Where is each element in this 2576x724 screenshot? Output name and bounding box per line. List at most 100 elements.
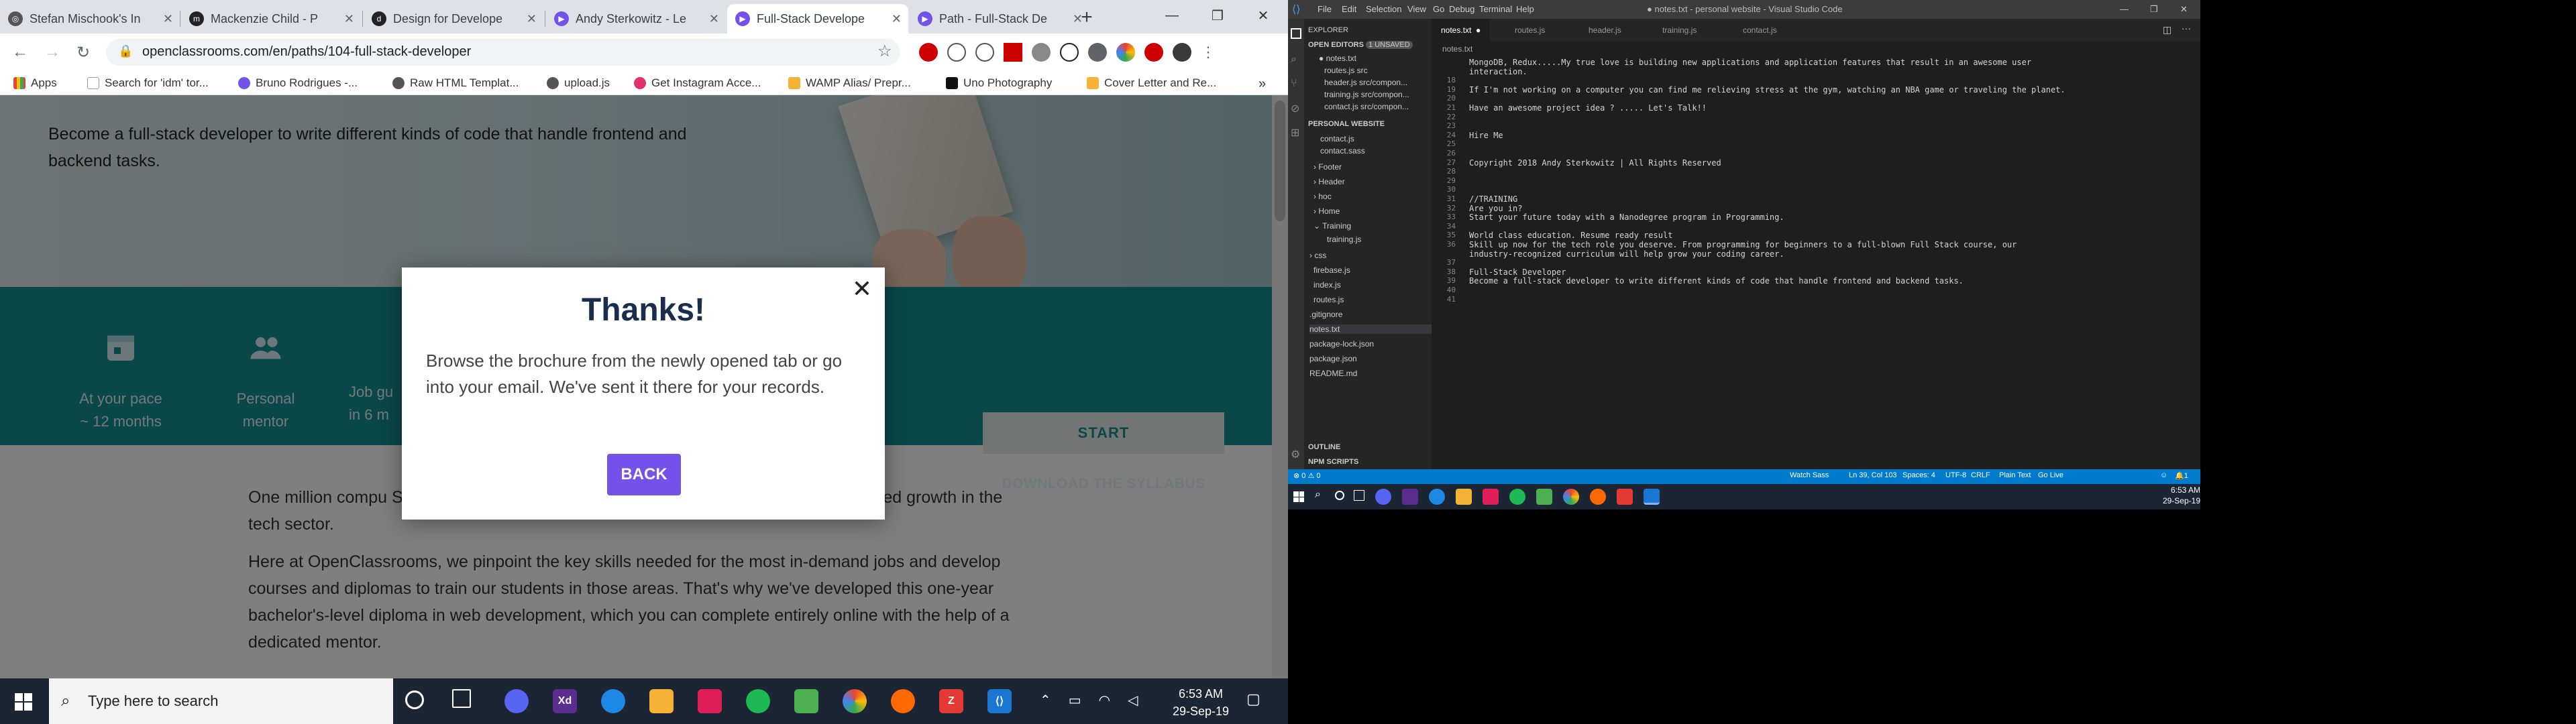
tab-3[interactable]: d Design for Develope ✕ (364, 4, 543, 34)
restore-button[interactable]: ❐ (2150, 4, 2158, 15)
cortana-icon[interactable] (405, 690, 424, 709)
tree-item[interactable]: README.md (1309, 369, 1357, 378)
folder-icon[interactable] (1456, 489, 1472, 505)
taskbar-clock[interactable]: 6:53 AM 29-Sep-19 (2147, 485, 2200, 506)
tree-folder[interactable]: › Home (1313, 206, 1340, 216)
tree-folder[interactable]: › hoc (1313, 192, 1332, 201)
vscode-icon[interactable] (1644, 489, 1660, 505)
unsaved-dot-icon[interactable]: ● (1476, 25, 1481, 35)
extensions-icon[interactable]: ⊞ (1291, 126, 1299, 139)
app-icon[interactable] (1483, 489, 1499, 505)
split-editor-icon[interactable]: ◫ (2163, 24, 2171, 36)
menu-dots-icon[interactable]: ⋮ (1201, 44, 1216, 61)
tab-notes[interactable]: notes.txt ● (1432, 19, 1491, 42)
address-bar[interactable]: 🔒 openclassrooms.com/en/paths/104-full-s… (106, 39, 900, 66)
code-line[interactable]: MongoDB, Redux.....My true love is build… (1469, 58, 2031, 67)
tab-4[interactable]: ▶ Andy Sterkowitz - Le ✕ (546, 4, 726, 34)
tab-contact[interactable]: contact.js (1733, 19, 1786, 42)
search-icon[interactable]: ⌕ (1291, 54, 1297, 66)
battery-icon[interactable]: ▭ (1069, 692, 1081, 709)
problems-indicator[interactable]: ⊗ 0 ⚠ 0 (1293, 471, 1320, 480)
tab-2[interactable]: m Mackenzie Child - P ✕ (181, 4, 361, 34)
bookmark-item[interactable]: Cover Letter and Re... (1087, 76, 1216, 90)
extension-icon[interactable] (947, 43, 966, 62)
back-button[interactable]: BACK (607, 454, 681, 495)
taskbar-clock[interactable]: 6:53 AM 29-Sep-19 (1161, 685, 1241, 720)
close-icon[interactable]: ✕ (344, 12, 354, 26)
extension-icon[interactable] (1004, 43, 1022, 62)
code-line[interactable]: //TRAINING (1469, 194, 1517, 204)
extension-icon[interactable] (1144, 43, 1163, 62)
tab-routes[interactable]: routes.js (1505, 19, 1554, 42)
menu-debug[interactable]: Debug (1449, 4, 1474, 14)
code-line[interactable]: World class education. Resume ready resu… (1469, 231, 1672, 240)
more-actions-icon[interactable]: ··· (2182, 23, 2191, 34)
tree-folder[interactable]: › Footer (1313, 162, 1342, 172)
explorer-icon[interactable] (1291, 28, 1301, 39)
discord-icon[interactable] (504, 689, 529, 713)
tree-item[interactable]: firebase.js (1313, 265, 1350, 275)
close-icon[interactable]: ✕ (527, 12, 537, 26)
bookmark-item[interactable]: Raw HTML Templat... (392, 76, 519, 90)
npm-scripts-header[interactable]: NPM SCRIPTS (1304, 455, 1432, 469)
avatar[interactable] (1173, 43, 1191, 62)
encoding[interactable]: UTF-8 (1945, 471, 1966, 479)
source-control-icon[interactable]: ⑂ (1291, 78, 1297, 90)
tree-item[interactable]: training.js (1327, 235, 1361, 244)
open-file-item[interactable]: header.js src/compon... (1324, 78, 1407, 87)
code-line[interactable]: Skill up now for the tech role you deser… (1469, 240, 2017, 249)
bell-icon[interactable]: 🔔1 (2175, 471, 2188, 480)
menu-file[interactable]: File (1318, 4, 1332, 14)
menu-view[interactable]: View (1407, 4, 1426, 14)
open-file-item[interactable]: contact.js src/compon... (1324, 102, 1409, 111)
tree-folder[interactable]: ⌄ Training (1313, 221, 1351, 231)
tab-5-active[interactable]: ▶ Full-Stack Develope ✕ (727, 4, 908, 34)
app-icon[interactable] (698, 689, 722, 713)
bookmark-item[interactable]: Search for 'idm' tor... (87, 76, 209, 90)
vscode-icon[interactable]: ⟨⟩ (987, 689, 1012, 713)
windows-start-icon[interactable] (15, 693, 32, 711)
close-window-button[interactable]: ✕ (2180, 4, 2188, 15)
windows-start-icon[interactable] (1293, 491, 1304, 502)
bookmark-item[interactable]: Get Instagram Acce... (634, 76, 761, 90)
menu-terminal[interactable]: Terminal (1479, 4, 1512, 14)
tree-folder[interactable]: › css (1309, 251, 1326, 260)
menu-help[interactable]: Help (1516, 4, 1534, 14)
restore-button[interactable]: ❐ (1197, 0, 1238, 31)
notifications-icon[interactable]: ▢ (1246, 690, 1260, 708)
spotify-icon[interactable] (1509, 489, 1525, 505)
tab-training[interactable]: training.js (1653, 19, 1706, 42)
debug-icon[interactable]: ⊘ (1291, 102, 1299, 115)
tree-folder[interactable]: › Header (1313, 177, 1345, 186)
tree-item[interactable]: package.json (1309, 354, 1357, 363)
gear-icon[interactable]: ⚙ (1291, 448, 1300, 461)
bookmark-apps[interactable]: Apps (13, 76, 57, 90)
sublime-icon[interactable] (891, 689, 915, 713)
star-icon[interactable]: ☆ (877, 42, 892, 61)
chrome-icon[interactable] (1563, 489, 1579, 505)
url-text[interactable]: openclassrooms.com/en/paths/104-full-sta… (142, 44, 471, 60)
tree-item-selected[interactable]: notes.txt (1309, 324, 1432, 334)
task-view-icon[interactable] (1354, 490, 1364, 501)
tree-item[interactable]: contact.js (1320, 134, 1354, 143)
tray-chevron-icon[interactable]: ⌃ (1040, 692, 1051, 709)
breadcrumb-file[interactable]: notes.txt (1442, 44, 1472, 54)
code-line[interactable]: interaction. (1469, 67, 1527, 76)
new-tab-button[interactable]: + (1073, 3, 1100, 32)
menu-selection[interactable]: Selection (1366, 4, 1401, 14)
search-icon[interactable]: ⌕ (1315, 489, 1321, 501)
messenger-icon[interactable] (1429, 489, 1445, 505)
tab-6[interactable]: ▶ Path - Full-Stack De ✕ (910, 4, 1089, 34)
forward-arrow-icon[interactable]: → (44, 43, 60, 62)
outline-header[interactable]: OUTLINE (1304, 440, 1432, 455)
filezilla-icon[interactable] (1617, 489, 1633, 505)
indent-setting[interactable]: Spaces: 4 (1902, 471, 1935, 479)
code-line[interactable]: Are you in? (1469, 204, 1522, 213)
close-window-button[interactable]: ✕ (1242, 0, 1284, 31)
menu-go[interactable]: Go (1433, 4, 1444, 14)
close-icon[interactable]: ✕ (709, 12, 719, 26)
code-line[interactable]: Full-Stack Developer (1469, 267, 1566, 277)
minimize-button[interactable]: — (2120, 4, 2129, 14)
bookmark-item[interactable]: Bruno Rodrigues -... (238, 76, 358, 90)
smiley-icon[interactable]: ☺ (2160, 471, 2167, 479)
